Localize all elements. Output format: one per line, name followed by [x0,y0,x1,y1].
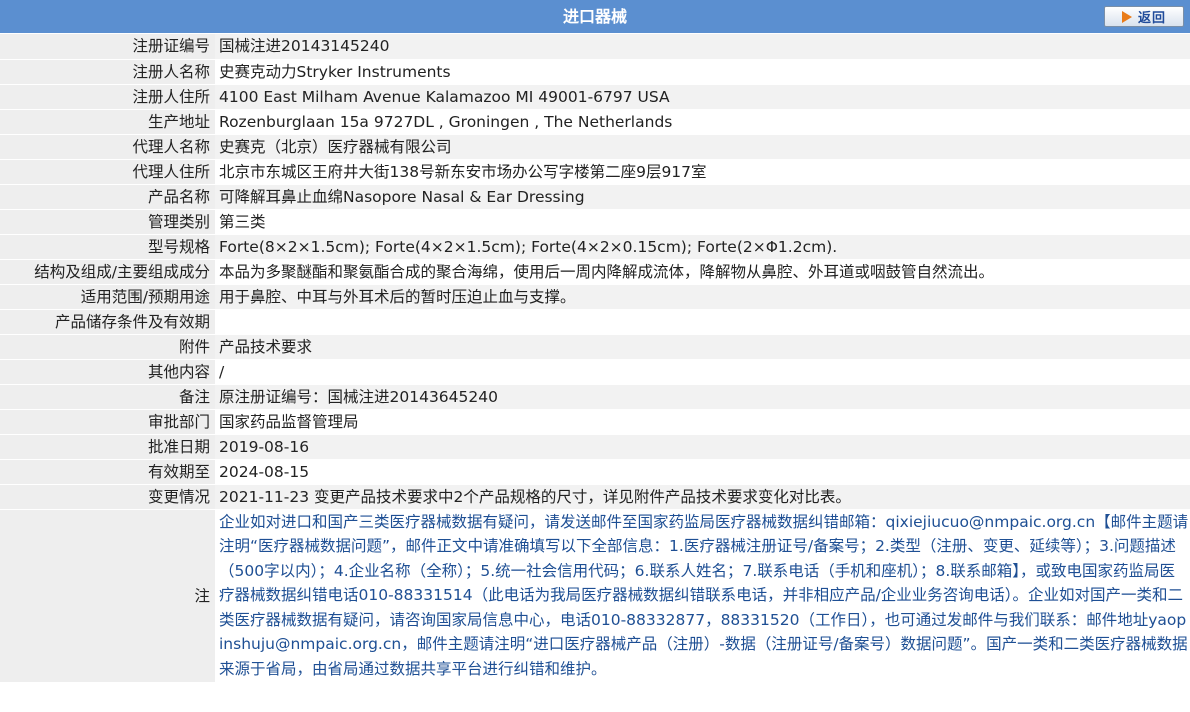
note-label: 注 [0,509,215,683]
arrow-right-icon [1121,10,1132,23]
table-row: 有效期至 2024-08-15 [0,459,1190,485]
field-label: 结构及组成/主要组成成分 [0,259,215,285]
field-label: 管理类别 [0,209,215,235]
field-label: 有效期至 [0,459,215,485]
field-label: 变更情况 [0,484,215,510]
detail-table: 注册证编号 国械注进20143145240 注册人名称 史赛克动力Stryker In… [0,34,1190,683]
note-text: 企业如对进口和国产三类医疗器械数据有疑问，请发送邮件至国家药监局医疗器械数据纠错… [219,512,1189,679]
field-value: Rozenburglaan 15a 9727DL , Groningen , T… [215,109,1190,135]
table-row: 其他内容 / [0,359,1190,385]
table-row: 批准日期 2019-08-16 [0,434,1190,460]
field-label: 产品储存条件及有效期 [0,309,215,335]
field-value: 用于鼻腔、中耳与外耳术后的暂时压迫止血与支撑。 [215,284,1190,310]
table-row: 结构及组成/主要组成成分 本品为多聚醚酯和聚氨酯合成的聚合海绵，使用后一周内降解成… [0,259,1190,285]
field-value: 国家药品监督管理局 [215,409,1190,435]
field-value: 4100 East Milham Avenue Kalamazoo MI 490… [215,84,1190,110]
field-value: Forte(8×2×1.5cm); Forte(4×2×1.5cm); Fort… [215,234,1190,260]
table-row: 附件 产品技术要求 [0,334,1190,360]
field-label: 代理人名称 [0,134,215,160]
field-value: 2024-08-15 [215,459,1190,485]
table-row: 管理类别 第三类 [0,209,1190,235]
table-row: 型号规格 Forte(8×2×1.5cm); Forte(4×2×1.5cm); … [0,234,1190,260]
field-label: 备注 [0,384,215,410]
table-row: 注册证编号 国械注进20143145240 [0,34,1190,60]
back-button[interactable]: 返回 [1104,6,1184,27]
table-row: 产品名称 可降解耳鼻止血绵Nasopore Nasal & Ear Dressin… [0,184,1190,210]
field-value: 2019-08-16 [215,434,1190,460]
field-value: 北京市东城区王府井大街138号新东安市场办公写字楼第二座9层917室 [215,159,1190,185]
table-row: 代理人名称 史赛克（北京）医疗器械有限公司 [0,134,1190,160]
field-value: 本品为多聚醚酯和聚氨酯合成的聚合海绵，使用后一周内降解成流体，降解物从鼻腔、外耳… [215,259,1190,285]
field-value: 原注册证编号：国械注进20143645240 [215,384,1190,410]
field-value: 国械注进20143145240 [215,34,1190,60]
field-label: 产品名称 [0,184,215,210]
field-label: 审批部门 [0,409,215,435]
field-label: 注册人住所 [0,84,215,110]
field-label: 代理人住所 [0,159,215,185]
field-value: / [215,359,1190,385]
field-label: 适用范围/预期用途 [0,284,215,310]
field-value [215,309,1190,335]
field-label: 生产地址 [0,109,215,135]
note-row: 注企业如对进口和国产三类医疗器械数据有疑问，请发送邮件至国家药监局医疗器械数据纠… [0,509,1190,683]
table-row: 代理人住所 北京市东城区王府井大街138号新东安市场办公写字楼第二座9层917室 [0,159,1190,185]
page-header: 进口器械 返回 [0,0,1190,34]
field-value: 可降解耳鼻止血绵Nasopore Nasal & Ear Dressing [215,184,1190,210]
field-label: 其他内容 [0,359,215,385]
table-row: 变更情况 2021-11-23 变更产品技术要求中2个产品规格的尺寸，详见附件产品… [0,484,1190,510]
table-row: 注册人住所 4100 East Milham Avenue Kalamazoo M… [0,84,1190,110]
field-value: 史赛克（北京）医疗器械有限公司 [215,134,1190,160]
table-row: 备注 原注册证编号：国械注进20143645240 [0,384,1190,410]
field-value: 第三类 [215,209,1190,235]
note-cell: 企业如对进口和国产三类医疗器械数据有疑问，请发送邮件至国家药监局医疗器械数据纠错… [215,509,1190,683]
field-label: 批准日期 [0,434,215,460]
table-row: 注册人名称 史赛克动力Stryker Instruments [0,59,1190,85]
table-row: 产品储存条件及有效期 [0,309,1190,335]
field-label: 型号规格 [0,234,215,260]
page-title: 进口器械 [562,7,627,26]
table-row: 适用范围/预期用途 用于鼻腔、中耳与外耳术后的暂时压迫止血与支撑。 [0,284,1190,310]
field-label: 注册人名称 [0,59,215,85]
table-row: 审批部门 国家药品监督管理局 [0,409,1190,435]
field-value: 史赛克动力Stryker Instruments [215,59,1190,85]
field-value: 产品技术要求 [215,334,1190,360]
field-value: 2021-11-23 变更产品技术要求中2个产品规格的尺寸，详见附件产品技术要求… [215,484,1190,510]
field-label: 附件 [0,334,215,360]
back-button-label: 返回 [1137,11,1166,26]
table-row: 生产地址 Rozenburglaan 15a 9727DL , Groningen… [0,109,1190,135]
field-label: 注册证编号 [0,34,215,60]
